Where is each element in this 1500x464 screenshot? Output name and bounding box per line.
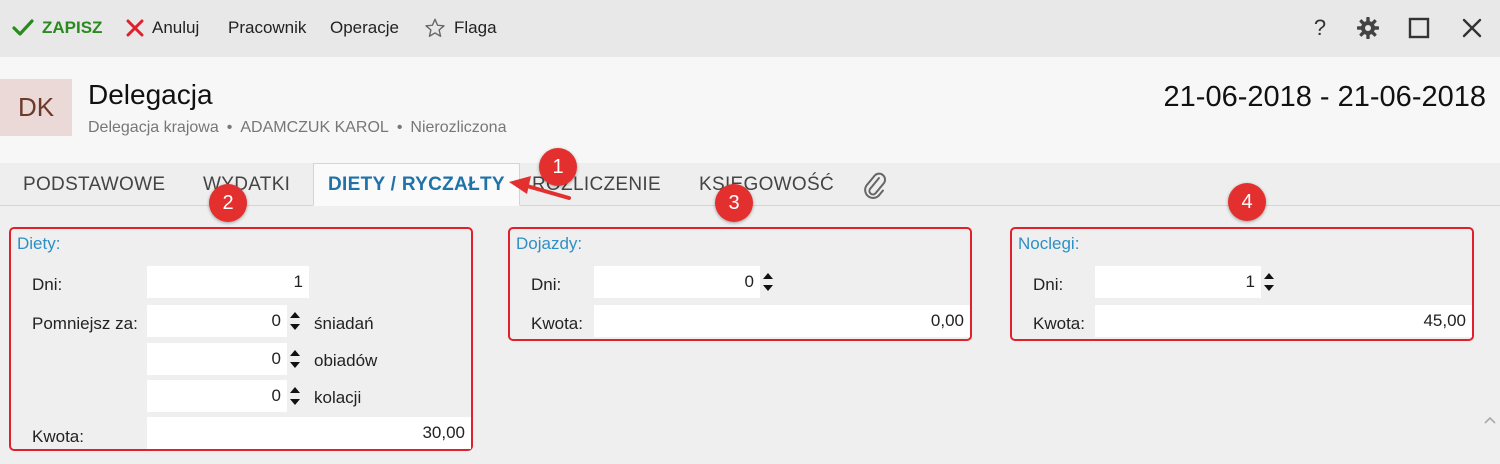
- save-label: ZAPISZ: [42, 18, 103, 37]
- lunch-spinner[interactable]: [288, 345, 302, 373]
- separator-dot: •: [226, 119, 233, 136]
- date-range: 21-06-2018 - 21-06-2018: [1163, 81, 1486, 113]
- maximize-button[interactable]: [1405, 14, 1433, 42]
- tab-per-diems[interactable]: DIETY / RYCZAŁTY: [313, 163, 520, 206]
- operations-menu-button[interactable]: Operacje: [330, 16, 399, 40]
- toolbar: ZAPISZ Anuluj Pracownik Operacje Flaga ?: [0, 0, 1500, 57]
- lunch-count-field[interactable]: 0: [147, 343, 287, 375]
- tab-basic[interactable]: PODSTAWOWE: [23, 163, 165, 206]
- operations-label: Operacje: [330, 18, 399, 37]
- noclegi-days-spinner[interactable]: [1262, 268, 1276, 296]
- dojazdy-amount-label: Kwota:: [531, 314, 583, 333]
- dojazdy-title: Dojazdy:: [516, 234, 583, 253]
- cancel-label: Anuluj: [152, 18, 200, 37]
- scroll-up-icon[interactable]: [1484, 416, 1496, 424]
- square-icon: [1408, 17, 1430, 39]
- diety-days-field[interactable]: 1: [147, 266, 309, 298]
- close-icon: [1462, 18, 1482, 38]
- dojazdy-days-label: Dni:: [531, 275, 562, 294]
- dinner-count-field[interactable]: 0: [147, 380, 287, 412]
- noclegi-amount-field: 45,00: [1095, 305, 1472, 337]
- breakfast-spinner[interactable]: [288, 307, 302, 335]
- separator-dot: •: [396, 119, 403, 136]
- settings-button[interactable]: [1354, 14, 1382, 42]
- status-text: Nierozliczona: [410, 119, 507, 136]
- x-icon: [126, 19, 144, 37]
- callout-badge-4: 4: [1228, 183, 1266, 221]
- noclegi-title: Noclegi:: [1018, 234, 1080, 253]
- worker-label: Pracownik: [228, 18, 307, 37]
- delegation-type: Delegacja krajowa: [88, 119, 219, 136]
- star-icon: [424, 17, 446, 39]
- close-button[interactable]: [1458, 14, 1486, 42]
- paperclip-icon: [864, 172, 887, 199]
- employee-name: ADAMCZUK KAROL: [240, 119, 389, 136]
- gear-icon: [1357, 17, 1379, 39]
- document-header: DK Delegacja Delegacja krajowa • ADAMCZU…: [0, 57, 1500, 163]
- dojazdy-days-field[interactable]: 0: [594, 266, 760, 298]
- avatar: DK: [0, 79, 72, 136]
- callout-badge-2: 2: [209, 184, 247, 222]
- question-icon: ?: [1313, 15, 1327, 40]
- tab-attachments[interactable]: [862, 163, 888, 206]
- breakfast-count-field[interactable]: 0: [147, 305, 287, 337]
- callout-badge-3: 3: [715, 184, 753, 222]
- noclegi-days-label: Dni:: [1033, 275, 1064, 294]
- diety-days-label: Dni:: [32, 275, 63, 294]
- reduce-label: Pomniejsz za:: [32, 314, 138, 333]
- dojazdy-amount-field: 0,00: [594, 305, 970, 337]
- dinner-suffix: kolacji: [314, 388, 362, 407]
- flag-label: Flaga: [454, 18, 497, 37]
- checkmark-icon: [12, 19, 34, 37]
- document-subtitle: Delegacja krajowa • ADAMCZUK KAROL • Nie…: [88, 119, 506, 137]
- dinner-spinner[interactable]: [288, 382, 302, 410]
- callout-badge-1: 1: [539, 148, 577, 186]
- noclegi-amount-label: Kwota:: [1033, 314, 1085, 333]
- flag-button[interactable]: Flaga: [424, 16, 497, 40]
- save-button[interactable]: ZAPISZ: [12, 16, 102, 40]
- cancel-button[interactable]: Anuluj: [126, 16, 199, 40]
- lunch-suffix: obiadów: [314, 351, 378, 370]
- help-button[interactable]: ?: [1308, 14, 1332, 42]
- worker-menu-button[interactable]: Pracownik: [228, 16, 306, 40]
- page-title: Delegacja: [88, 79, 213, 110]
- breakfast-suffix: śniadań: [314, 314, 374, 333]
- dojazdy-days-spinner[interactable]: [761, 268, 775, 296]
- noclegi-days-field[interactable]: 1: [1095, 266, 1261, 298]
- diety-amount-field: 30,00: [147, 417, 471, 449]
- per-diem-panel: Diety: Dni: 1 Pomniejsz za: 0 śniadań 0 …: [0, 207, 1500, 464]
- diety-amount-label: Kwota:: [32, 427, 84, 446]
- diety-title: Diety:: [17, 234, 61, 253]
